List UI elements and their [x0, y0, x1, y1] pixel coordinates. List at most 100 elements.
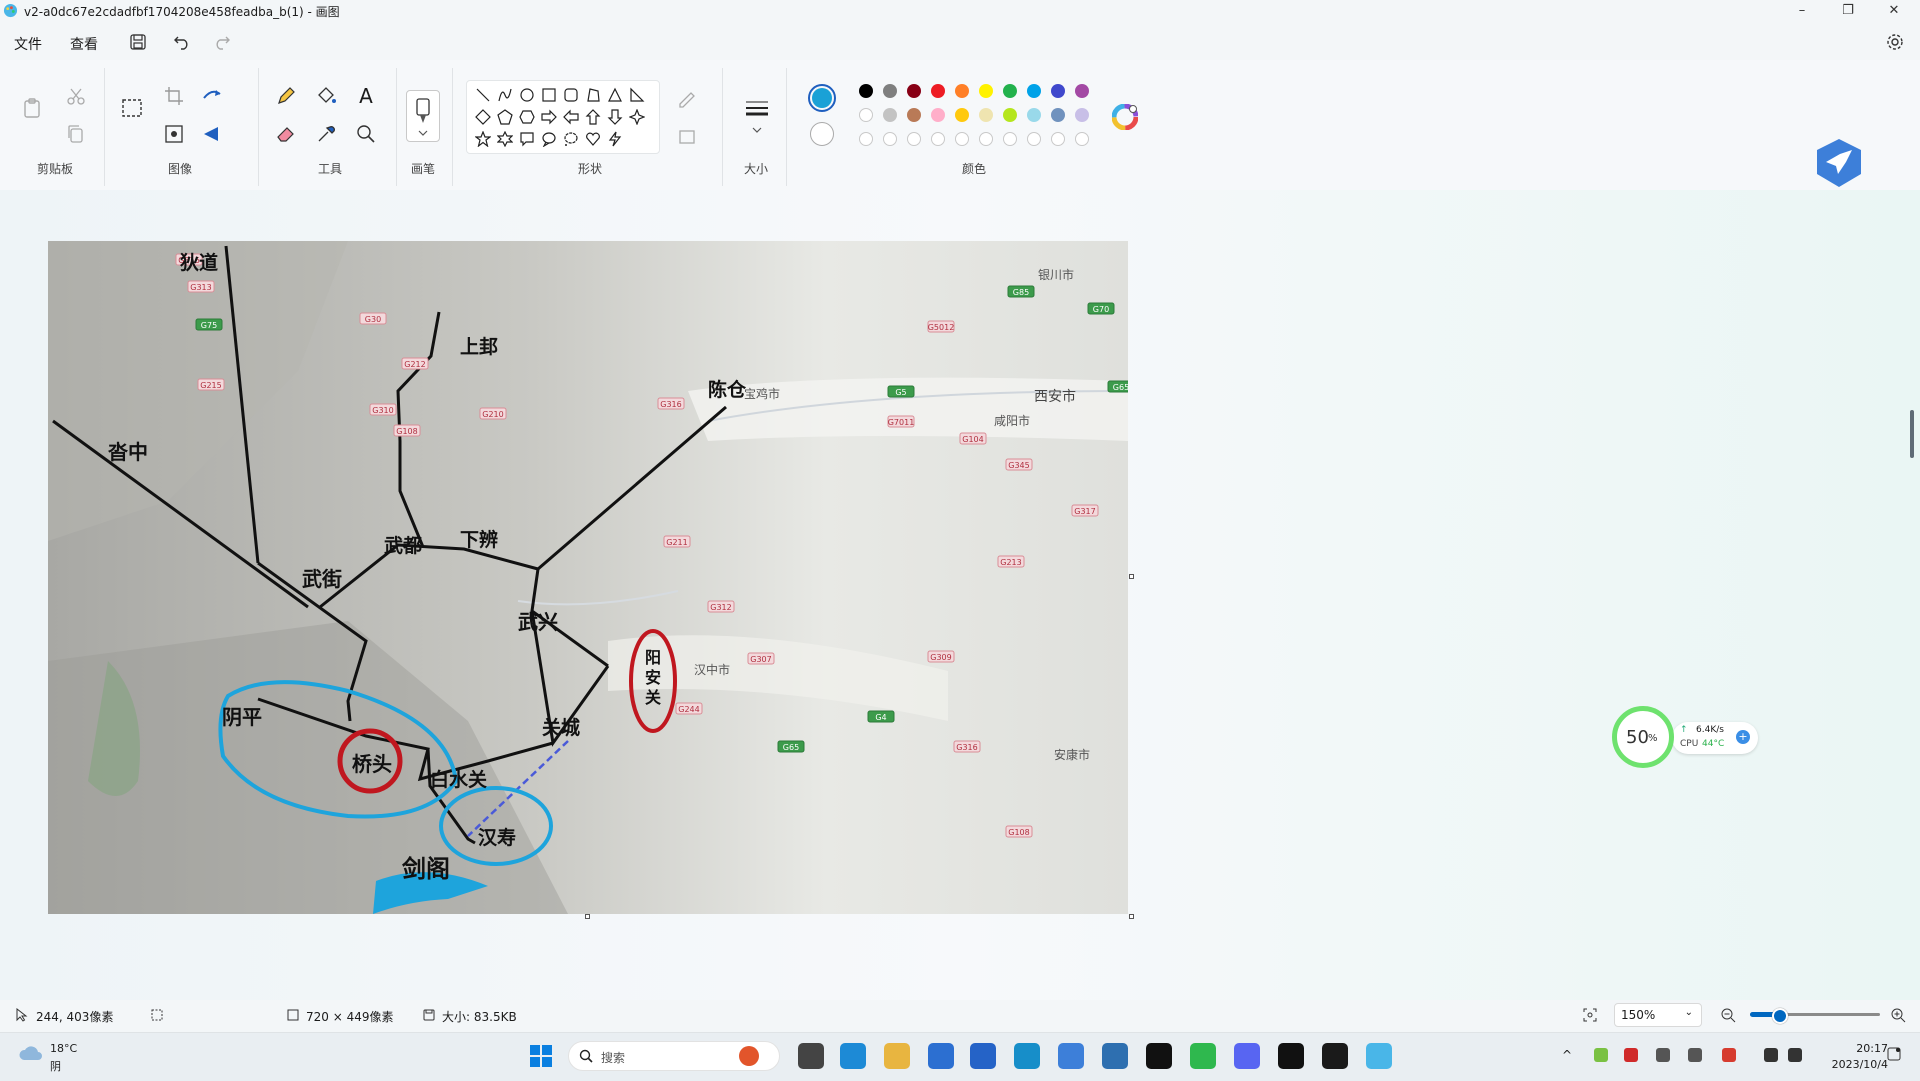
color-swatch[interactable] [931, 84, 945, 98]
custom-color-slot[interactable] [907, 132, 921, 146]
show-hidden-icons-chevron-icon[interactable]: ^ [1562, 1048, 1572, 1062]
clock-time[interactable]: 20:17 [1848, 1042, 1888, 1055]
rounded-rectangle-shape-icon[interactable] [563, 87, 579, 103]
hexagon-shape-icon[interactable] [519, 109, 535, 125]
close-button[interactable]: ✕ [1872, 0, 1916, 22]
color-swatch[interactable] [1027, 108, 1041, 122]
custom-color-slot[interactable] [979, 132, 993, 146]
weather-cloud-icon[interactable] [18, 1042, 44, 1064]
redo-icon[interactable] [212, 32, 232, 52]
custom-color-slot[interactable] [859, 132, 873, 146]
resize-handle-right[interactable] [1129, 574, 1134, 579]
zoom-out-icon[interactable] [1720, 1007, 1736, 1023]
five-point-star-shape-icon[interactable] [475, 131, 491, 147]
color-swatch[interactable] [1075, 108, 1089, 122]
text-tool-icon[interactable]: A [354, 84, 378, 108]
wechat-icon[interactable] [1190, 1043, 1216, 1069]
color-swatch[interactable] [1051, 84, 1065, 98]
rotate-icon[interactable] [200, 122, 224, 146]
shape-fill-icon[interactable] [676, 124, 700, 148]
crop-icon[interactable] [162, 84, 186, 108]
file-explorer-icon[interactable] [884, 1043, 910, 1069]
booster-icon[interactable]: + [1736, 730, 1750, 744]
select-icon[interactable] [120, 96, 144, 120]
color-swatch[interactable] [1003, 84, 1017, 98]
color-swatch[interactable] [1003, 108, 1017, 122]
oval-shape-icon[interactable] [519, 87, 535, 103]
secondary-color-selector[interactable] [810, 122, 834, 146]
paste-icon[interactable] [20, 96, 44, 120]
custom-color-slot[interactable] [1003, 132, 1017, 146]
magnifier-icon[interactable] [354, 122, 378, 146]
line-shape-icon[interactable] [475, 87, 491, 103]
color-swatch[interactable] [979, 108, 993, 122]
fit-to-window-icon[interactable] [1582, 1007, 1598, 1023]
color-swatch[interactable] [955, 84, 969, 98]
tiktok-icon[interactable] [1146, 1043, 1172, 1069]
tray-qq-icon[interactable] [1624, 1048, 1638, 1062]
map-image[interactable]: G316 G313 G75 G30 G212 G215 G310 G108 G210 G316 G5… [48, 241, 1128, 914]
task-view-icon[interactable] [798, 1043, 824, 1069]
pentagon-shape-icon[interactable] [497, 109, 513, 125]
media-app-icon[interactable] [1102, 1043, 1128, 1069]
right-triangle-shape-icon[interactable] [629, 87, 645, 103]
triangle-shape-icon[interactable] [607, 87, 623, 103]
up-arrow-shape-icon[interactable] [585, 109, 601, 125]
rectangle-shape-icon[interactable] [541, 87, 557, 103]
color-swatch[interactable] [907, 84, 921, 98]
terminal-icon[interactable] [1322, 1043, 1348, 1069]
paint-taskbar-icon[interactable] [1366, 1043, 1392, 1069]
diamond-shape-icon[interactable] [475, 109, 491, 125]
brush-button[interactable] [406, 90, 440, 142]
down-arrow-shape-icon[interactable] [607, 109, 623, 125]
edit-colors-wheel-icon[interactable] [1112, 104, 1138, 130]
color-swatch[interactable] [1051, 108, 1065, 122]
floating-bird-assistant-icon[interactable] [1812, 136, 1866, 190]
color-picker-icon[interactable] [314, 122, 338, 146]
input-method-icon[interactable] [1688, 1048, 1702, 1062]
settings-gear-icon[interactable] [1884, 31, 1906, 53]
cut-icon[interactable] [64, 84, 88, 108]
cloud-callout-shape-icon[interactable] [563, 131, 579, 147]
four-point-star-shape-icon[interactable] [629, 109, 645, 125]
zoom-slider-thumb[interactable] [1772, 1008, 1788, 1024]
zoom-level-select[interactable]: 150% ⌄ [1614, 1003, 1702, 1027]
left-arrow-shape-icon[interactable] [563, 109, 579, 125]
clock-date[interactable]: 2023/10/4 [1822, 1058, 1888, 1071]
color-swatch[interactable] [955, 108, 969, 122]
color-swatch[interactable] [1027, 84, 1041, 98]
volume-icon[interactable] [1788, 1048, 1802, 1062]
edge-browser-icon[interactable] [840, 1043, 866, 1069]
lightning-shape-icon[interactable] [607, 131, 623, 147]
color-swatch[interactable] [979, 84, 993, 98]
notification-bell-icon[interactable] [1886, 1046, 1902, 1062]
copy-icon[interactable] [64, 122, 88, 146]
color-swatch[interactable] [883, 108, 897, 122]
oval-callout-shape-icon[interactable] [541, 131, 557, 147]
color-swatch[interactable] [883, 84, 897, 98]
undo-icon[interactable] [172, 32, 192, 52]
wifi-icon[interactable] [1764, 1048, 1778, 1062]
vertical-scrollbar[interactable] [1910, 410, 1914, 458]
tray-antivirus-icon[interactable] [1722, 1048, 1736, 1062]
stroke-size-icon[interactable] [744, 96, 770, 136]
mail-icon[interactable] [928, 1043, 954, 1069]
curve-shape-icon[interactable] [497, 87, 513, 103]
discord-icon[interactable] [1234, 1043, 1260, 1069]
resize-icon[interactable] [200, 84, 224, 108]
performance-widget[interactable]: ↑ 6.4K/s CPU 44°C + 50 % [1612, 706, 1762, 776]
rect-callout-shape-icon[interactable] [519, 131, 535, 147]
resize-handle-corner[interactable] [1129, 914, 1134, 919]
color-swatch[interactable] [859, 84, 873, 98]
microphone-icon[interactable] [1656, 1048, 1670, 1062]
resize-handle-bottom[interactable] [585, 914, 590, 919]
heart-shape-icon[interactable] [585, 131, 601, 147]
custom-color-slot[interactable] [1051, 132, 1065, 146]
eraser-icon[interactable] [274, 122, 298, 146]
six-point-star-shape-icon[interactable] [497, 131, 513, 147]
custom-color-slot[interactable] [1027, 132, 1041, 146]
fill-bucket-icon[interactable] [314, 84, 338, 108]
save-icon[interactable] [128, 32, 148, 52]
pencil-icon[interactable] [274, 84, 298, 108]
qq-penguin-icon[interactable] [1278, 1043, 1304, 1069]
